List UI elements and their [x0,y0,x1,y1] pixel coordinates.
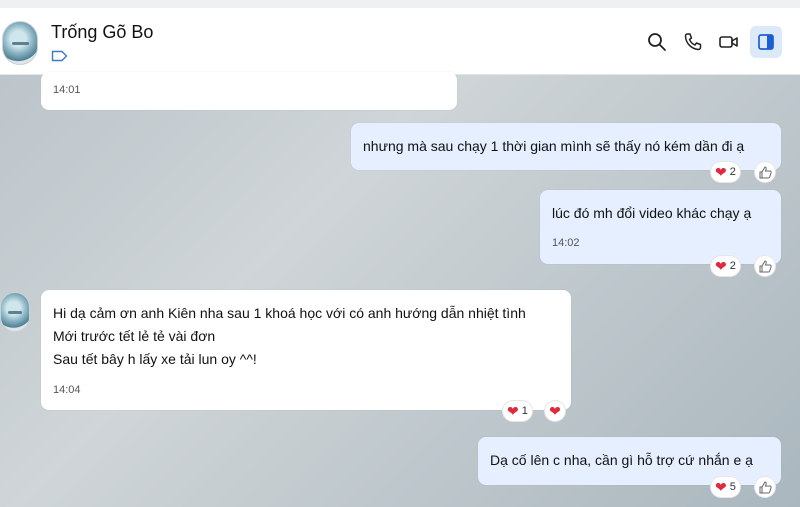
thumbs-up-icon[interactable] [755,162,775,182]
sender-avatar[interactable] [0,292,30,332]
message-bubble-received[interactable]: Hi dạ cảm ơn anh Kiên nha sau 1 khoá học… [41,290,571,410]
reaction-count: 2 [729,260,736,272]
thumbs-up-icon[interactable] [755,477,775,497]
reaction-count: 2 [729,166,736,178]
chat-title[interactable]: Trống Gõ Bo [51,22,153,43]
reaction-badge[interactable]: ❤ 2 [711,162,740,182]
search-icon[interactable] [645,30,669,54]
message-text: Dạ cố lên c nha, cần gì hỗ trợ cứ nhắn e… [490,452,753,468]
sidebar-toggle-icon[interactable] [750,26,782,58]
message-text-line: Hi dạ cảm ơn anh Kiên nha sau 1 khoá học… [53,305,526,321]
reaction-count: 1 [521,405,528,417]
reaction-badge[interactable]: ❤ 1 [503,401,532,421]
reaction-badge[interactable]: ❤ 2 [711,256,740,276]
message-time: 14:01 [53,84,81,96]
heart-icon: ❤ [549,403,561,419]
phone-icon[interactable] [681,30,705,54]
thumbs-up-icon[interactable] [755,256,775,276]
message-bubble-sent[interactable]: lúc đó mh đổi video khác chạy ạ 14:02 [540,190,781,264]
message-text: nhưng mà sau chạy 1 thời gian mình sẽ th… [363,138,745,154]
reaction-count: 5 [729,481,736,493]
heart-react-button[interactable]: ❤ [545,401,565,421]
message-text-line: Mới trước tết lẻ tẻ vài đơn [53,328,216,344]
window-top-strip [0,0,800,8]
message-time: 14:02 [552,237,580,249]
heart-icon: ❤ [715,164,727,180]
video-icon[interactable] [717,30,741,54]
contact-avatar[interactable] [2,21,38,65]
message-bubble-received[interactable]: 14:01 [41,72,457,110]
message-time: 14:04 [53,384,81,396]
reaction-badge[interactable]: ❤ 5 [711,477,740,497]
tag-icon[interactable] [51,50,68,62]
heart-icon: ❤ [507,403,519,419]
message-text: lúc đó mh đổi video khác chạy ạ [552,205,752,221]
message-text-line: Sau tết bây h lấy xe tải lun oy ^^! [53,351,257,367]
chat-header: Trống Gõ Bo [0,8,800,75]
heart-icon: ❤ [715,479,727,495]
heart-icon: ❤ [715,258,727,274]
